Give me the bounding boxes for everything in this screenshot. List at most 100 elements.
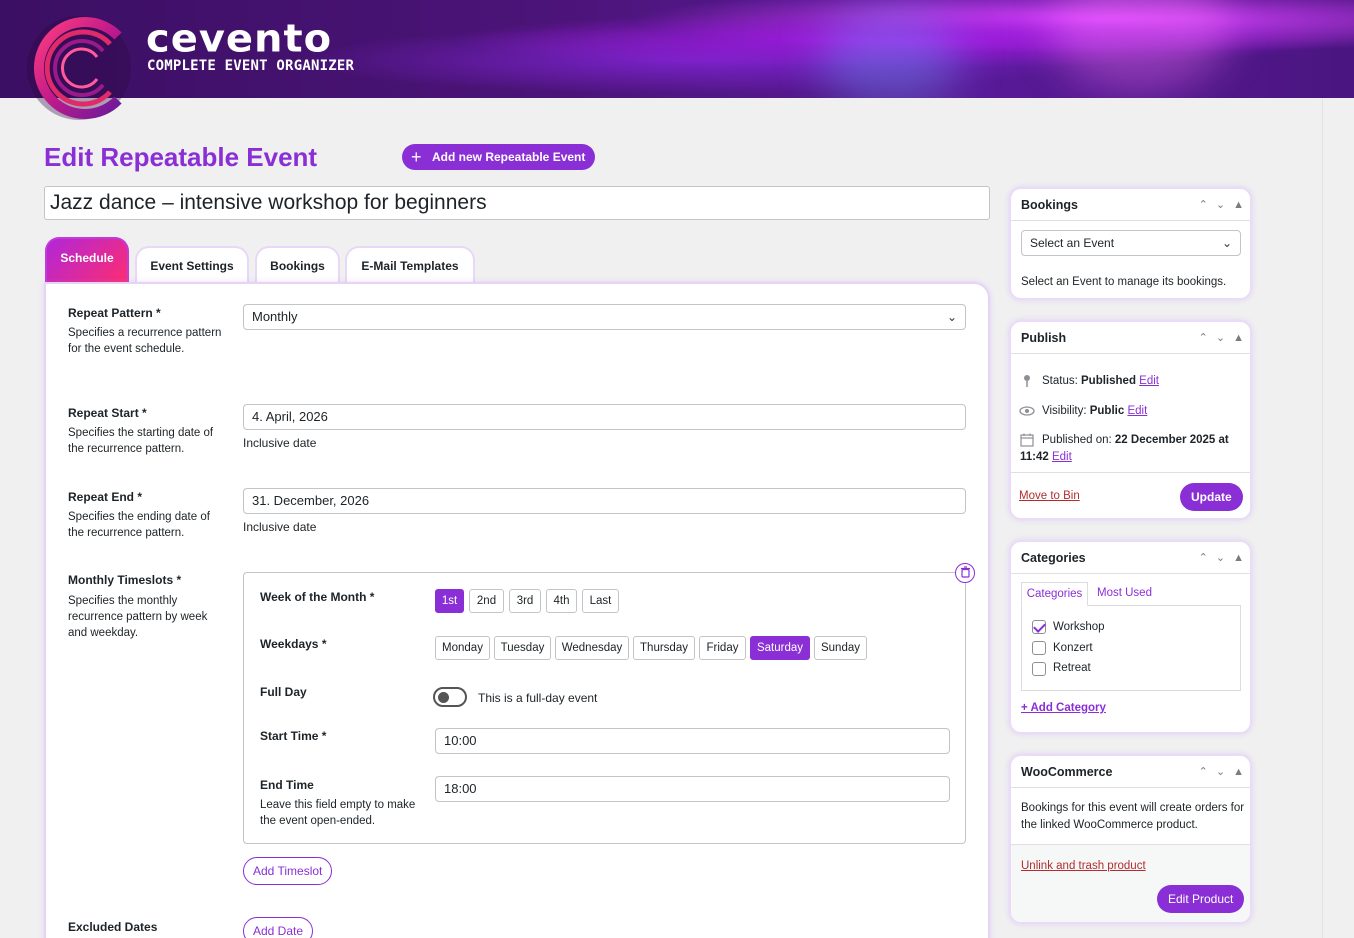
week-of-month-label: Week of the Month * <box>260 590 375 604</box>
repeat-end-label: Repeat End * <box>68 490 143 504</box>
woocommerce-box-header: WooCommerce ⌃ ⌄ ▲ <box>1011 756 1250 788</box>
repeat-start-input[interactable]: 4. April, 2026 <box>243 404 966 430</box>
repeat-start-label: Repeat Start * <box>68 406 147 420</box>
chevron-up-icon[interactable]: ⌃ <box>1199 322 1208 354</box>
weekday-chip-sunday[interactable]: Sunday <box>814 636 867 660</box>
repeat-pattern-select[interactable]: Monthly ⌄ <box>243 304 966 330</box>
published-line: Published on: 22 December 2025 at 11:42 … <box>1020 432 1245 466</box>
collapse-icon[interactable]: ▲ <box>1233 542 1244 574</box>
repeat-pattern-desc: Specifies a recurrence pattern for the e… <box>68 327 222 355</box>
move-to-bin-link[interactable]: Move to Bin <box>1019 488 1080 505</box>
chevron-up-icon[interactable]: ⌃ <box>1199 756 1208 788</box>
select-event-value: Select an Event <box>1030 236 1115 250</box>
chevron-down-icon[interactable]: ⌄ <box>1216 322 1225 354</box>
full-day-label: Full Day <box>260 685 307 699</box>
edit-date-link[interactable]: Edit <box>1052 451 1072 463</box>
woocommerce-text: Bookings for this event will create orde… <box>1021 802 1245 831</box>
right-strip <box>1322 98 1354 938</box>
brand-tagline: COMPLETE EVENT ORGANIZER <box>147 58 355 74</box>
bookings-box-title: Bookings <box>1021 198 1078 212</box>
end-time-label: End Time <box>260 778 314 792</box>
chevron-down-icon[interactable]: ⌄ <box>1216 756 1225 788</box>
chevron-down-icon[interactable]: ⌄ <box>1216 189 1225 221</box>
weekdays-label: Weekdays * <box>260 637 327 651</box>
category-checkbox-konzert[interactable] <box>1032 641 1046 655</box>
weekday-chip-saturday[interactable]: Saturday <box>750 636 810 660</box>
chevron-up-icon[interactable]: ⌃ <box>1199 189 1208 221</box>
repeat-pattern-value: Monthly <box>252 309 298 324</box>
repeat-end-desc: Specifies the ending date of the recurre… <box>68 511 210 539</box>
cevento-logo-icon <box>27 16 131 120</box>
chevron-up-icon[interactable]: ⌃ <box>1199 542 1208 574</box>
woocommerce-box: WooCommerce ⌃ ⌄ ▲ Bookings for this event … <box>1009 754 1252 924</box>
edit-visibility-link[interactable]: Edit <box>1127 405 1147 417</box>
monthly-timeslots-desc: Specifies the monthly recurrence pattern… <box>68 595 208 639</box>
week-chip-2nd[interactable]: 2nd <box>469 589 504 613</box>
weekday-chip-tuesday[interactable]: Tuesday <box>494 636 551 660</box>
unlink-product-link[interactable]: Unlink and trash product <box>1021 858 1146 875</box>
categories-box-header: Categories ⌃ ⌄ ▲ <box>1011 542 1250 574</box>
add-timeslot-button[interactable]: Add Timeslot <box>243 857 333 885</box>
toggle-knob <box>438 692 449 703</box>
box-controls: ⌃ ⌄ ▲ <box>1191 756 1244 788</box>
week-chip-last[interactable]: Last <box>582 589 619 613</box>
edit-status-link[interactable]: Edit <box>1139 375 1159 387</box>
publish-box-title: Publish <box>1021 331 1067 345</box>
banner-glow <box>1050 0 1230 90</box>
chevron-down-icon[interactable]: ⌄ <box>1216 542 1225 574</box>
category-checkbox-workshop[interactable] <box>1032 620 1046 634</box>
select-event-dropdown[interactable]: Select an Event ⌄ <box>1021 230 1241 256</box>
collapse-icon[interactable]: ▲ <box>1233 322 1244 354</box>
tab-event-settings[interactable]: Event Settings <box>135 246 249 284</box>
category-checkbox-retreat[interactable] <box>1032 662 1046 676</box>
bookings-help-text: Select an Event to manage its bookings. <box>1021 276 1227 288</box>
pin-icon <box>1024 375 1030 387</box>
week-chip-4th[interactable]: 4th <box>546 589 577 613</box>
brand-name: cevento <box>146 17 333 61</box>
trash-icon <box>960 566 970 578</box>
full-day-toggle[interactable] <box>433 687 467 707</box>
tab-bookings[interactable]: Bookings <box>255 246 340 284</box>
tab-most-used[interactable]: Most Used <box>1097 582 1152 604</box>
update-button[interactable]: Update <box>1180 483 1243 511</box>
collapse-icon[interactable]: ▲ <box>1233 189 1244 221</box>
collapse-icon[interactable]: ▲ <box>1233 756 1244 788</box>
tab-email-templates[interactable]: E-Mail Templates <box>345 246 475 284</box>
bookings-box-header: Bookings ⌃ ⌄ ▲ <box>1011 189 1250 221</box>
eye-icon <box>1019 406 1035 416</box>
status-value: Published <box>1081 375 1136 387</box>
start-time-input[interactable]: 10:00 <box>435 728 950 754</box>
edit-product-button[interactable]: Edit Product <box>1157 885 1245 913</box>
visibility-value: Public <box>1089 405 1125 417</box>
full-day-text: This is a full-day event <box>478 691 598 705</box>
publish-box: Publish ⌃ ⌄ ▲ Status: Published Edit Visib… <box>1009 320 1252 520</box>
week-chip-3rd[interactable]: 3rd <box>509 589 541 613</box>
page-title: Edit Repeatable Event <box>44 142 318 172</box>
end-time-input[interactable]: 18:00 <box>435 776 950 802</box>
category-label: Workshop <box>1053 621 1105 633</box>
divider <box>1011 472 1250 473</box>
category-label: Retreat <box>1053 662 1091 674</box>
delete-timeslot-button[interactable] <box>955 563 975 583</box>
excluded-dates-label: Excluded Dates <box>68 920 158 934</box>
weekday-chip-friday[interactable]: Friday <box>699 636 746 660</box>
published-label: Published on: <box>1042 434 1112 446</box>
status-label: Status: <box>1042 375 1078 387</box>
add-new-repeatable-event-button[interactable]: + Add new Repeatable Event <box>402 144 596 170</box>
visibility-line: Visibility: Public Edit <box>1042 403 1147 420</box>
box-controls: ⌃ ⌄ ▲ <box>1191 189 1244 221</box>
repeat-start-hint: Inclusive date <box>243 436 317 450</box>
add-date-button[interactable]: Add Date <box>243 917 314 938</box>
week-chip-1st[interactable]: 1st <box>435 589 464 613</box>
end-time-desc: Leave this field empty to make the event… <box>260 799 416 827</box>
chevron-down-icon: ⌄ <box>1221 236 1232 250</box>
event-title-input[interactable]: Jazz dance – intensive workshop for begi… <box>44 186 990 220</box>
weekday-chip-monday[interactable]: Monday <box>435 636 490 660</box>
add-category-link[interactable]: + Add Category <box>1021 700 1106 717</box>
repeat-end-input[interactable]: 31. December, 2026 <box>243 488 966 514</box>
tab-schedule[interactable]: Schedule <box>45 237 129 285</box>
bookings-box: Bookings ⌃ ⌄ ▲ Select an Event ⌄ Select an… <box>1009 187 1252 300</box>
weekday-chip-thursday[interactable]: Thursday <box>633 636 695 660</box>
weekday-chip-wednesday[interactable]: Wednesday <box>555 636 629 660</box>
tab-all-categories[interactable]: Categories <box>1021 582 1088 606</box>
